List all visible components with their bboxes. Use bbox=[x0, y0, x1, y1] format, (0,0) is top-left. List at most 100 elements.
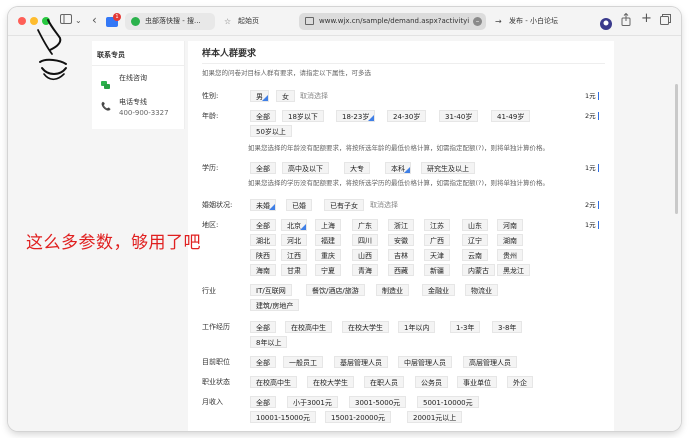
region-option-chip[interactable]: 贵州 bbox=[497, 249, 523, 261]
option-chip[interactable]: 小于3001元 bbox=[287, 396, 338, 408]
option-chip[interactable]: 1-3年 bbox=[450, 321, 481, 333]
option-chip[interactable]: 金融业 bbox=[422, 284, 455, 296]
option-chip[interactable]: 未婚 bbox=[250, 199, 276, 211]
option-chip[interactable]: 事业单位 bbox=[457, 376, 497, 388]
region-option-chip[interactable]: 全部 bbox=[250, 219, 276, 231]
share-icon[interactable] bbox=[621, 12, 631, 31]
region-option-chip[interactable]: 广西 bbox=[424, 234, 450, 246]
option-chip[interactable]: 18-23岁 bbox=[336, 110, 376, 122]
option-chip[interactable]: 5001-10000元 bbox=[417, 396, 479, 408]
option-chip[interactable]: 全部 bbox=[250, 110, 276, 122]
region-option-chip[interactable]: 山东 bbox=[462, 219, 488, 231]
option-chip[interactable]: 8年以上 bbox=[250, 336, 288, 348]
cancel-selection-link[interactable]: 取消选择 bbox=[300, 90, 328, 102]
tab-wjx-active[interactable]: www.wjx.cn/sample/demand.aspx?activityid… bbox=[299, 13, 486, 30]
option-chip[interactable]: 在校大学生 bbox=[307, 376, 354, 388]
region-option-chip[interactable]: 福建 bbox=[315, 234, 341, 246]
cancel-selection-link[interactable]: 取消选择 bbox=[370, 199, 398, 211]
option-chip[interactable]: 全部 bbox=[250, 396, 276, 408]
option-chip[interactable]: 在校高中生 bbox=[250, 376, 297, 388]
option-chip[interactable]: 大专 bbox=[344, 162, 370, 174]
option-chip[interactable]: 本科 bbox=[385, 162, 411, 174]
option-chip[interactable]: 研究生及以上 bbox=[421, 162, 475, 174]
option-chip[interactable]: 全部 bbox=[250, 321, 276, 333]
new-tab-icon[interactable]: + bbox=[641, 12, 652, 26]
region-option-chip[interactable]: 云南 bbox=[462, 249, 488, 261]
option-chip[interactable]: 餐饮/酒店/旅游 bbox=[306, 284, 365, 296]
region-option-chip[interactable]: 海南 bbox=[250, 264, 276, 276]
region-option-chip[interactable]: 山西 bbox=[352, 249, 378, 261]
region-option-chip[interactable]: 重庆 bbox=[315, 249, 341, 261]
option-chip[interactable]: 基层管理人员 bbox=[334, 356, 388, 368]
education-price: 1元 bbox=[585, 162, 600, 174]
option-chip[interactable]: 10001-15000元 bbox=[250, 411, 317, 423]
region-option-chip[interactable]: 天津 bbox=[424, 249, 450, 261]
option-chip[interactable]: 41-49岁 bbox=[491, 110, 531, 122]
option-chip[interactable]: 18岁以下 bbox=[282, 110, 324, 122]
option-chip[interactable]: 高层管理人员 bbox=[463, 356, 517, 368]
region-option-chip[interactable]: 湖南 bbox=[497, 234, 523, 246]
region-option-chip[interactable]: 广东 bbox=[352, 219, 378, 231]
region-option-chip[interactable]: 上海 bbox=[315, 219, 341, 231]
option-chip[interactable]: 全部 bbox=[250, 162, 276, 174]
tab-start-page[interactable]: ☆ 起始页 bbox=[218, 13, 296, 30]
option-chip[interactable]: 一般员工 bbox=[283, 356, 323, 368]
option-chip[interactable]: 女 bbox=[276, 90, 295, 102]
option-chip[interactable]: 物流业 bbox=[465, 284, 498, 296]
close-window-button[interactable] bbox=[18, 17, 26, 25]
option-chip[interactable]: 全部 bbox=[250, 356, 276, 368]
chevron-down-icon[interactable]: ⌄ bbox=[75, 14, 82, 28]
region-option-chip[interactable]: 四川 bbox=[352, 234, 378, 246]
option-chip[interactable]: 在职人员 bbox=[364, 376, 404, 388]
online-consult-link[interactable]: 在线咨询 bbox=[119, 71, 147, 85]
region-option-chip[interactable]: 西藏 bbox=[388, 264, 414, 276]
region-option-chip[interactable]: 青海 bbox=[352, 264, 378, 276]
option-chip[interactable]: 在校大学生 bbox=[342, 321, 389, 333]
option-chip[interactable]: 3001-5000元 bbox=[349, 396, 407, 408]
region-option-chip[interactable]: 宁夏 bbox=[315, 264, 341, 276]
option-chip[interactable]: 建筑/房地产 bbox=[250, 299, 300, 311]
option-chip[interactable]: 公务员 bbox=[415, 376, 448, 388]
region-option-chip[interactable]: 吉林 bbox=[388, 249, 414, 261]
region-option-chip[interactable]: 黑龙江 bbox=[497, 264, 530, 276]
option-chip[interactable]: 31-40岁 bbox=[439, 110, 479, 122]
option-chip[interactable]: 高中及以下 bbox=[282, 162, 329, 174]
age-price: 2元 bbox=[585, 110, 600, 122]
region-option-chip[interactable]: 河南 bbox=[497, 219, 523, 231]
option-chip[interactable]: 24-30岁 bbox=[387, 110, 427, 122]
region-option-chip[interactable]: 新疆 bbox=[424, 264, 450, 276]
option-chip[interactable]: 20001元以上 bbox=[407, 411, 463, 423]
back-button[interactable]: ‹ bbox=[92, 13, 97, 27]
option-chip[interactable]: 在校高中生 bbox=[285, 321, 332, 333]
region-option-chip[interactable]: 浙江 bbox=[388, 219, 414, 231]
scrollbar[interactable] bbox=[675, 84, 678, 214]
option-chip[interactable]: 外企 bbox=[507, 376, 533, 388]
tab-overview-icon[interactable] bbox=[660, 14, 671, 30]
region-option-chip[interactable]: 安徽 bbox=[388, 234, 414, 246]
option-chip[interactable]: IT/互联网 bbox=[250, 284, 292, 296]
region-option-chip[interactable]: 江苏 bbox=[424, 219, 450, 231]
option-chip[interactable]: 15001-20000元 bbox=[325, 411, 392, 423]
region-option-chip[interactable]: 辽宁 bbox=[462, 234, 488, 246]
option-chip[interactable]: 制造业 bbox=[376, 284, 409, 296]
address-bar-url[interactable]: www.wjx.cn/sample/demand.aspx?activityid… bbox=[319, 13, 469, 30]
option-chip[interactable]: 3-8年 bbox=[492, 321, 523, 333]
tab-quick-search[interactable]: 虫部落快搜 - 搜... bbox=[125, 13, 215, 30]
tab-forum[interactable]: → 发布 - 小白论坛 bbox=[489, 13, 579, 30]
region-option-chip[interactable]: 北京 bbox=[281, 219, 307, 231]
close-tab-icon[interactable]: – bbox=[473, 17, 482, 26]
region-option-chip[interactable]: 河北 bbox=[281, 234, 307, 246]
region-option-chip[interactable]: 陕西 bbox=[250, 249, 276, 261]
option-chip[interactable]: 中层管理人员 bbox=[398, 356, 452, 368]
region-option-chip[interactable]: 甘肃 bbox=[281, 264, 307, 276]
extension-icon[interactable]: 1 bbox=[106, 13, 121, 28]
option-chip[interactable]: 已婚 bbox=[286, 199, 312, 211]
option-chip[interactable]: 1年以内 bbox=[398, 321, 436, 333]
option-chip[interactable]: 已有子女 bbox=[324, 199, 364, 211]
option-chip[interactable]: 男 bbox=[250, 90, 269, 102]
region-option-chip[interactable]: 江西 bbox=[281, 249, 307, 261]
region-option-chip[interactable]: 湖北 bbox=[250, 234, 276, 246]
option-chip[interactable]: 50岁以上 bbox=[250, 125, 292, 137]
region-option-chip[interactable]: 内蒙古 bbox=[462, 264, 495, 276]
profile-icon[interactable] bbox=[600, 15, 612, 34]
